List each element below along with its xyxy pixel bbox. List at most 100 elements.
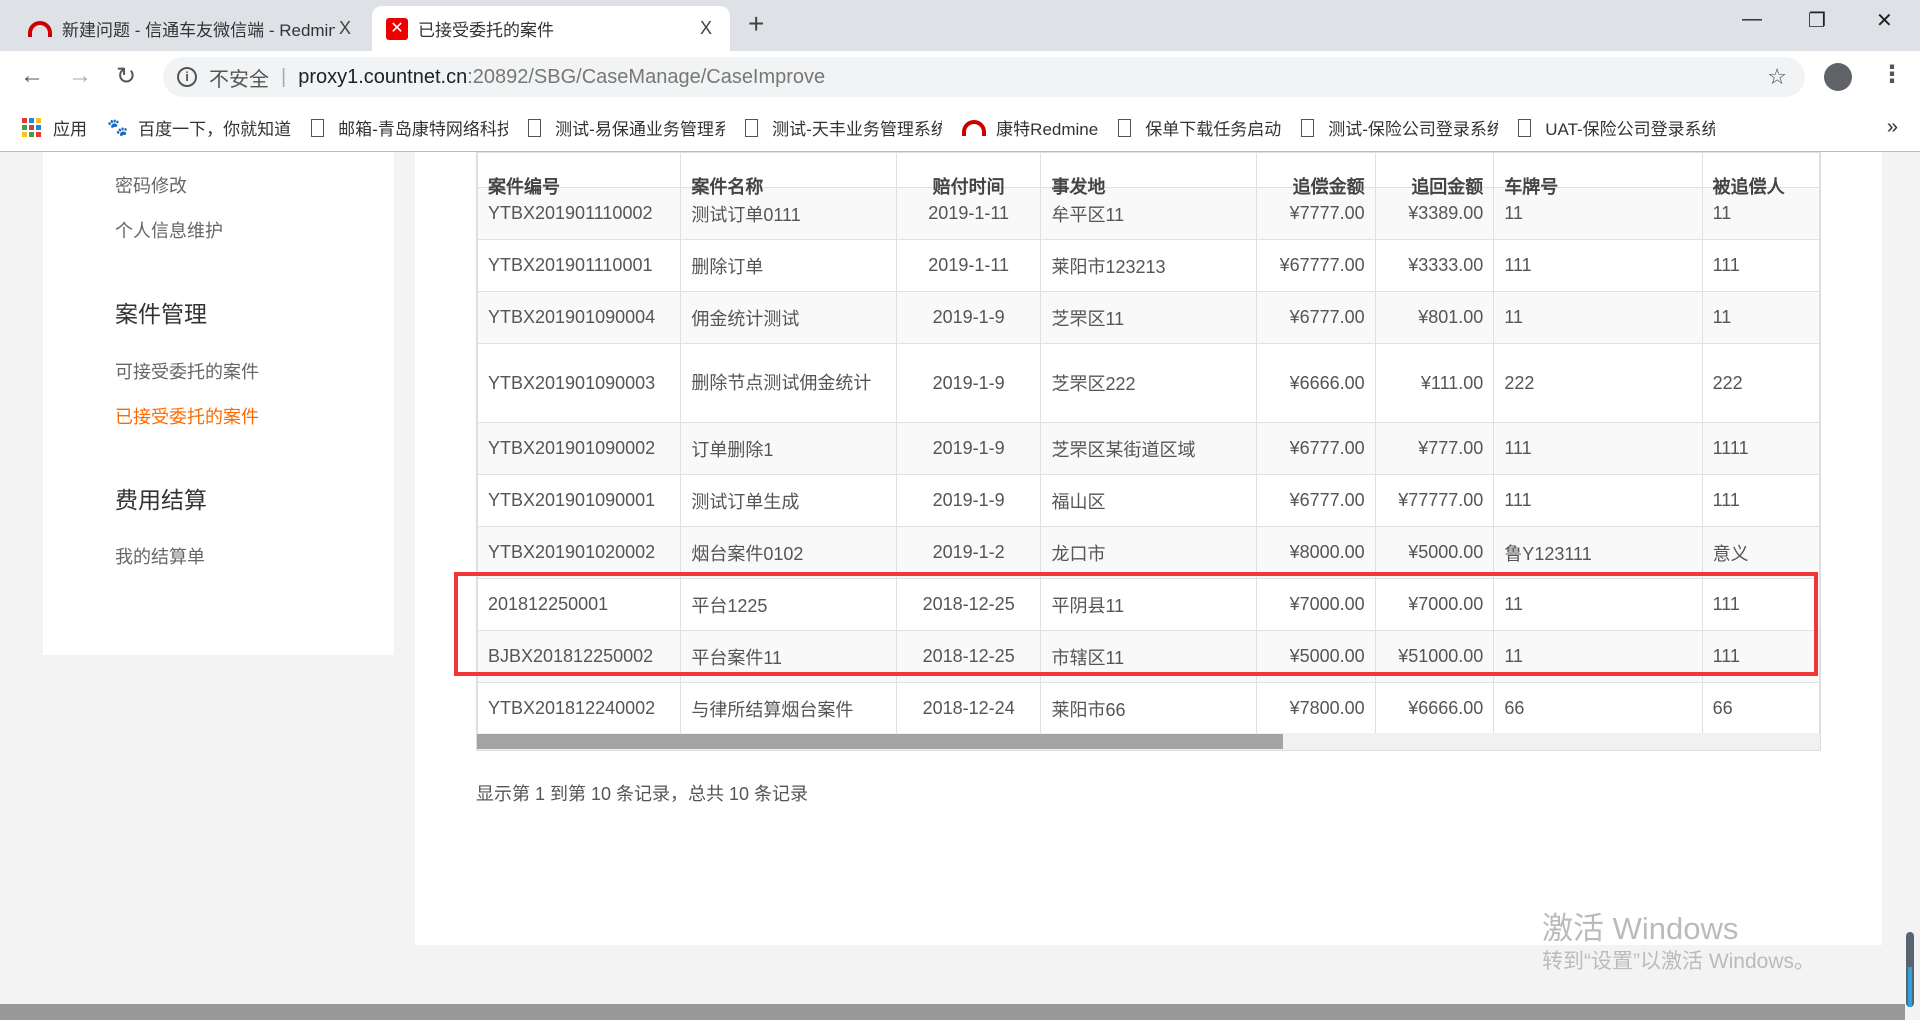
restore-icon[interactable]: ❐	[1808, 8, 1826, 33]
tab-bar: 新建问题 - 信通车友微信端 - Redmine X ✕ 已接受委托的案件 X …	[0, 0, 1920, 51]
bookmark-item[interactable]: 保单下载任务启动	[1118, 115, 1281, 140]
column-header[interactable]: 车牌号	[1493, 152, 1703, 197]
close-tab-icon[interactable]: X	[696, 18, 716, 39]
column-header[interactable]: 赔付时间	[895, 152, 1042, 197]
bookmark-item[interactable]: 测试-保险公司登录系统	[1301, 115, 1498, 140]
sidebar-item-available-cases[interactable]: 可接受委托的案件	[115, 358, 259, 384]
sidebar-item-change-password[interactable]: 密码修改	[115, 172, 187, 198]
address-row: ← → ↻ i 不安全 | proxy1.countnet.cn:20892/S…	[0, 51, 1920, 104]
scrollbar-thumb[interactable]	[477, 734, 1283, 749]
bookmark-item[interactable]: 测试-易保通业务管理系统	[528, 115, 725, 140]
tab-title: 已接受委托的案件	[418, 21, 554, 40]
table-cell: 删除节点测试佣金统计	[680, 343, 897, 423]
reload-icon[interactable]: ↻	[116, 62, 136, 91]
table-row[interactable]: YTBX201901090002 订单删除1 2019-1-9 芝罘区某街道区域 ¥67…	[477, 422, 1820, 475]
column-header[interactable]: 追偿金额	[1256, 152, 1376, 197]
table-cell: ¥6777.00	[1256, 474, 1376, 527]
tab-redmine[interactable]: 新建问题 - 信通车友微信端 - Redmine X	[14, 6, 369, 51]
table-cell: 芝罘区222	[1040, 343, 1258, 423]
table-cell: 111	[1493, 422, 1703, 475]
address-bar[interactable]: i 不安全 | proxy1.countnet.cn:20892/SBG/Cas…	[163, 57, 1805, 97]
page-icon	[1301, 118, 1315, 137]
baidu-paw-icon: 🐾	[107, 117, 129, 137]
page-icon	[311, 118, 325, 137]
sidebar-item-my-statements[interactable]: 我的结算单	[115, 543, 205, 569]
table-cell: 111	[1493, 239, 1703, 292]
bottom-bar	[0, 1004, 1905, 1020]
table-cell: YTBX201901020002	[477, 526, 682, 579]
table-cell: 1111	[1701, 422, 1820, 475]
column-header[interactable]: 案件编号	[477, 152, 682, 197]
horizontal-scrollbar[interactable]	[477, 733, 1820, 750]
table-cell: 111	[1701, 239, 1820, 292]
table-row[interactable]: YTBX201901090003 删除节点测试佣金统计 2019-1-9 芝罘区222…	[477, 343, 1820, 423]
table-cell: ¥5000.00	[1374, 526, 1495, 579]
bookmark-item[interactable]: 邮箱-青岛康特网络科技	[311, 115, 508, 140]
bookmark-item[interactable]: 测试-天丰业务管理系统	[745, 115, 942, 140]
bookmark-item[interactable]: UAT-保险公司登录系统	[1518, 115, 1715, 140]
bookmark-star-icon[interactable]: ☆	[1767, 64, 1787, 90]
table-row[interactable]: YTBX201901110002 测试订单0111 2019-1-11 牟平区11 ¥7…	[477, 187, 1820, 240]
bookmark-baidu[interactable]: 🐾 百度一下，你就知道	[107, 115, 291, 140]
column-header[interactable]: 案件名称	[680, 152, 897, 197]
table-cell: 2019-1-9	[895, 422, 1042, 475]
table-cell: ¥77777.00	[1374, 474, 1495, 527]
bookmarks-overflow-button[interactable]: »	[1887, 116, 1898, 139]
table-cell: 2019-1-11	[895, 239, 1042, 292]
table-cell: ¥111.00	[1374, 343, 1495, 423]
bookmark-apps[interactable]: 应用	[22, 115, 87, 140]
minimize-icon[interactable]: —	[1742, 8, 1762, 31]
apps-grid-icon	[22, 118, 41, 137]
column-header[interactable]: 追回金额	[1374, 152, 1495, 197]
table-row[interactable]: YTBX201901090004 佣金统计测试 2019-1-9 芝罘区11 ¥6777…	[477, 291, 1820, 344]
table-cell: 福山区	[1040, 474, 1258, 527]
table-cell: YTBX201901090003	[477, 343, 682, 423]
table-cell: 11	[1493, 291, 1703, 344]
page-icon	[1518, 118, 1532, 137]
sidebar-section-case-management: 案件管理	[115, 301, 207, 327]
table-cell: 测试订单生成	[680, 474, 897, 527]
table-cell: 11	[1701, 291, 1820, 344]
table-cell: YTBX201812240002	[477, 682, 682, 735]
table-cell: 111	[1701, 474, 1820, 527]
window-close-icon[interactable]: ✕	[1876, 8, 1893, 33]
table-row[interactable]: YTBX201901110001 删除订单 2019-1-11 莱阳市123213 ¥6…	[477, 239, 1820, 292]
table-cell: 222	[1493, 343, 1703, 423]
tab-title: 新建问题 - 信通车友微信端 - Redmine	[62, 21, 335, 40]
table-cell: 芝罘区11	[1040, 291, 1258, 344]
sidebar-section-settlement: 费用结算	[115, 487, 207, 513]
table-cell: 删除订单	[680, 239, 897, 292]
back-icon[interactable]: ←	[20, 62, 44, 90]
table-cell: ¥3333.00	[1374, 239, 1495, 292]
table-cell: YTBX201901110001	[477, 239, 682, 292]
table-cell: ¥6777.00	[1256, 422, 1376, 475]
profile-avatar-icon[interactable]	[1824, 63, 1852, 91]
info-icon[interactable]: i	[177, 67, 197, 87]
table-row[interactable]: YTBX201901020002 烟台案件0102 2019-1-2 龙口市 ¥8000…	[477, 526, 1820, 579]
table-cell: ¥67777.00	[1256, 239, 1376, 292]
page-icon	[1118, 118, 1132, 137]
url-path: :20892/SBG/CaseManage/CaseImprove	[467, 65, 826, 88]
url-host: proxy1.countnet.cn	[298, 65, 468, 88]
sidebar-item-accepted-cases[interactable]: 已接受委托的案件	[115, 403, 259, 429]
table-cell: 2019-1-9	[895, 291, 1042, 344]
bookmarks-bar: 应用 🐾百度一下，你就知道 邮箱-青岛康特网络科技 测试-易保通业务管理系统 测…	[0, 104, 1920, 152]
sidebar-item-profile[interactable]: 个人信息维护	[115, 217, 223, 243]
table-cell: 2019-1-9	[895, 343, 1042, 423]
windows-activation-hint: 转到“设置”以激活 Windows。	[1542, 950, 1816, 973]
table-cell: 222	[1701, 343, 1820, 423]
table-cell: 2019-1-2	[895, 526, 1042, 579]
security-label: 不安全	[209, 68, 269, 91]
bookmark-redmine[interactable]: 康特Redmine	[962, 115, 1098, 140]
close-tab-icon[interactable]: X	[335, 18, 355, 39]
column-header[interactable]: 事发地	[1040, 152, 1258, 197]
table-row[interactable]: YTBX201812240002 与律所结算烟台案件 2018-12-24 莱阳市66…	[477, 682, 1820, 735]
tab-current[interactable]: ✕ 已接受委托的案件 X	[372, 6, 730, 51]
forward-icon[interactable]: →	[68, 62, 92, 90]
new-tab-button[interactable]: +	[748, 8, 764, 40]
table-cell: 鲁Y123111	[1493, 526, 1703, 579]
column-header[interactable]: 被追偿人	[1701, 152, 1820, 197]
table-cell: 2018-12-24	[895, 682, 1042, 735]
table-row[interactable]: YTBX201901090001 测试订单生成 2019-1-9 福山区 ¥6777.0…	[477, 474, 1820, 527]
menu-icon[interactable]: ⋮	[1880, 60, 1904, 89]
